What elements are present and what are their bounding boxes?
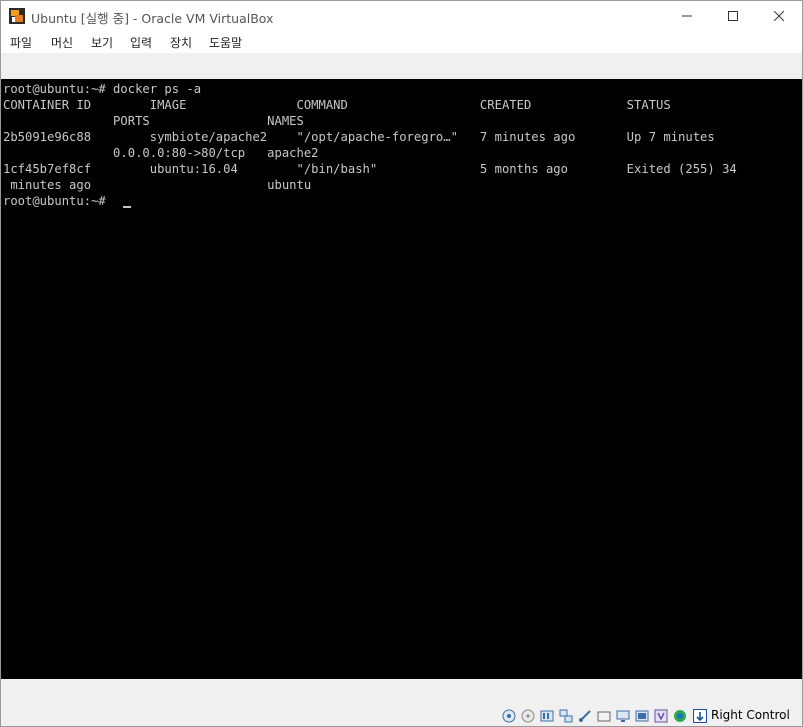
virtualbox-window: Ubuntu [실행 중] - Oracle VM VirtualBox 파일 … — [0, 0, 803, 727]
minimize-button[interactable] — [664, 1, 710, 31]
mouse-integration-icon[interactable] — [673, 709, 687, 723]
vm-display[interactable]: root@ubuntu:~# docker ps -a CONTAINER ID… — [1, 79, 802, 679]
usb-icon[interactable] — [578, 709, 592, 723]
terminal-prompt: root@ubuntu:~# — [3, 194, 114, 208]
display-icon[interactable] — [616, 709, 630, 723]
terminal-line: 1cf45b7ef8cf ubuntu:16.04 "/bin/bash" 5 … — [3, 162, 737, 176]
terminal-line: 2b5091e96c88 symbiote/apache2 "/opt/apac… — [3, 130, 715, 144]
shared-folders-icon[interactable] — [597, 709, 611, 723]
virtualbox-app-icon — [9, 8, 25, 24]
recording-icon[interactable] — [635, 709, 649, 723]
cpu-icon[interactable] — [654, 709, 668, 723]
menu-help[interactable]: 도움말 — [209, 34, 242, 51]
host-key-arrow-icon[interactable] — [693, 709, 707, 723]
title-bar[interactable]: Ubuntu [실행 중] - Oracle VM VirtualBox — [1, 1, 802, 31]
terminal-line: minutes ago ubuntu — [3, 178, 312, 192]
status-bar: Right Control — [1, 679, 802, 726]
maximize-icon — [728, 11, 738, 21]
terminal-line: PORTS NAMES — [3, 114, 304, 128]
terminal-line: root@ubuntu:~# docker ps -a — [3, 82, 202, 96]
close-button[interactable] — [756, 1, 802, 31]
optical-drive-icon[interactable] — [521, 709, 535, 723]
menu-view[interactable]: 보기 — [91, 34, 113, 51]
window-title: Ubuntu [실행 중] - Oracle VM VirtualBox — [31, 11, 274, 26]
network-icon[interactable] — [559, 709, 573, 723]
menu-devices[interactable]: 장치 — [170, 34, 192, 51]
minimize-icon — [682, 15, 692, 17]
close-icon — [774, 11, 784, 21]
host-key-label: Right Control — [711, 708, 790, 722]
terminal-line: 0.0.0.0:80->80/tcp apache2 — [3, 146, 319, 160]
audio-icon[interactable] — [540, 709, 554, 723]
menu-machine[interactable]: 머신 — [51, 34, 73, 51]
text-cursor — [123, 206, 131, 208]
maximize-button[interactable] — [710, 1, 756, 31]
menu-file[interactable]: 파일 — [10, 34, 32, 51]
menu-bar: 파일 머신 보기 입력 장치 도움말 — [1, 31, 802, 53]
terminal-line: CONTAINER ID IMAGE COMMAND CREATED STATU… — [3, 98, 671, 112]
menu-input[interactable]: 입력 — [130, 34, 152, 51]
hard-disk-icon[interactable] — [502, 709, 516, 723]
toolbar-strip — [1, 53, 802, 79]
